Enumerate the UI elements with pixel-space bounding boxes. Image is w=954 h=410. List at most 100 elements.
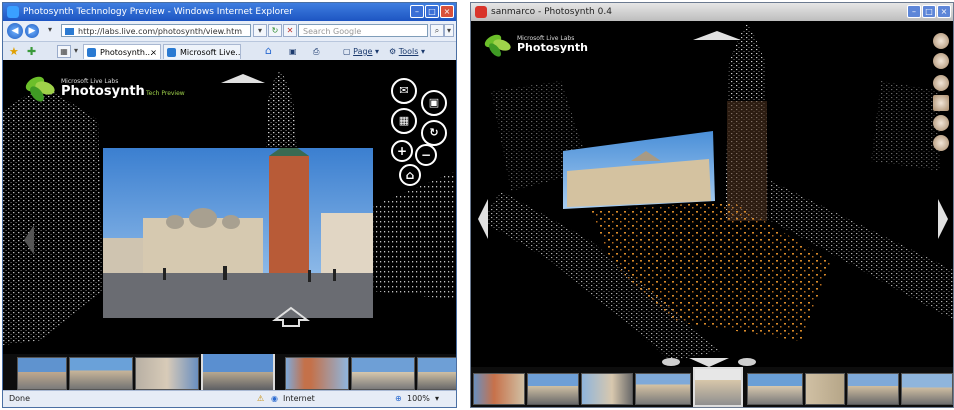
navigate-left-icon[interactable] bbox=[23, 225, 35, 255]
back-button[interactable]: ◀ bbox=[7, 23, 23, 39]
app-titlebar: sanmarco - Photosynth 0.4 – □ × bbox=[471, 3, 953, 21]
photosynth-3d-viewer[interactable]: Microsoft Live Labs Photosynth bbox=[471, 21, 953, 367]
photosynth-app-window: sanmarco - Photosynth 0.4 – □ × Microsof… bbox=[470, 2, 954, 408]
zoom-in-icon[interactable]: + bbox=[391, 140, 413, 162]
zoom-out-icon[interactable]: − bbox=[415, 144, 437, 166]
tab-photosynth[interactable]: Photosynth... × bbox=[83, 44, 161, 59]
thumbnail-strip bbox=[3, 354, 456, 392]
favorites-star-icon[interactable]: ★ bbox=[9, 45, 19, 58]
search-input[interactable]: Search Google bbox=[298, 24, 428, 37]
photosynth-app-icon bbox=[475, 6, 487, 18]
thumbnail-strip bbox=[471, 367, 953, 407]
search-icon[interactable]: ⌕ bbox=[430, 24, 444, 37]
address-bar: ◀ ▶ ▾ http://labs.live.com/photosynth/vi… bbox=[3, 21, 456, 42]
thumbnail[interactable] bbox=[527, 373, 579, 405]
tab-favicon-icon bbox=[167, 48, 176, 57]
thumbnail[interactable] bbox=[847, 373, 899, 405]
status-bar: Done ⚠ ◉ Internet ⊕ 100% ▾ bbox=[3, 390, 456, 407]
app-window-title: sanmarco - Photosynth 0.4 bbox=[491, 7, 612, 17]
ie-icon bbox=[7, 6, 19, 18]
thumbnail[interactable] bbox=[635, 373, 691, 405]
thumbnail[interactable] bbox=[351, 357, 415, 390]
stop-icon[interactable]: ✕ bbox=[283, 24, 297, 37]
navigate-left-icon[interactable] bbox=[477, 199, 489, 239]
tab-favicon-icon bbox=[87, 48, 96, 57]
tab-list-dropdown-icon[interactable]: ▾ bbox=[71, 45, 81, 58]
thumbnail[interactable] bbox=[473, 373, 525, 405]
url-text: http://labs.live.com/photosynth/view.htm bbox=[78, 27, 243, 36]
thumbnail[interactable] bbox=[747, 373, 803, 405]
page-menu[interactable]: ▢ Page ▾ bbox=[343, 45, 379, 58]
url-field[interactable]: http://labs.live.com/photosynth/view.htm bbox=[61, 24, 251, 37]
globe-icon: ◉ bbox=[271, 394, 278, 403]
minimize-button[interactable]: – bbox=[410, 5, 424, 18]
tab-microsoft-live[interactable]: Microsoft Live... bbox=[163, 44, 241, 59]
quick-tabs-icon[interactable]: ▦ bbox=[57, 45, 71, 58]
logo-name-text: Photosynth bbox=[61, 84, 145, 99]
home-icon[interactable]: ⌂ bbox=[265, 44, 272, 57]
navigate-right-icon[interactable] bbox=[937, 199, 949, 239]
grid-view-icon[interactable] bbox=[933, 95, 949, 111]
zoom-in-icon[interactable] bbox=[933, 115, 949, 131]
zoom-out-icon[interactable] bbox=[933, 135, 949, 151]
thumbnail[interactable] bbox=[901, 373, 953, 405]
rotate-icon[interactable]: ↻ bbox=[421, 120, 447, 146]
zoom-icon[interactable]: ⊕ bbox=[395, 393, 402, 405]
security-icon: ⚠ bbox=[257, 394, 265, 403]
share-icon[interactable]: ✉ bbox=[391, 78, 417, 104]
close-button[interactable]: × bbox=[440, 5, 454, 18]
ie-window-title: Photosynth Technology Preview - Windows … bbox=[23, 7, 293, 17]
thumbnail[interactable] bbox=[417, 357, 456, 390]
navigate-up-icon[interactable] bbox=[693, 29, 741, 41]
tab-bar: ★ ✚ ▦ ▾ Photosynth... × Microsoft Live..… bbox=[3, 42, 456, 62]
grid-view-icon[interactable]: ▦ bbox=[391, 108, 417, 134]
refresh-icon[interactable]: ↻ bbox=[268, 24, 282, 37]
logo-sub-text: Tech Preview bbox=[146, 90, 185, 97]
add-favorite-icon[interactable]: ✚ bbox=[27, 45, 36, 58]
zone-text: Internet bbox=[283, 394, 315, 403]
photosynth-viewer[interactable]: Microsoft Live Labs Photosynth Tech Prev… bbox=[3, 60, 456, 354]
zoom-level[interactable]: 100% bbox=[407, 393, 430, 405]
forward-button[interactable]: ▶ bbox=[25, 24, 39, 38]
url-dropdown-icon[interactable]: ▾ bbox=[253, 24, 267, 37]
tools-menu[interactable]: ⚙ Tools ▾ bbox=[389, 45, 425, 58]
tools-menu-label: Tools bbox=[398, 47, 419, 56]
thumbnail[interactable] bbox=[135, 357, 199, 390]
page-menu-label: Page bbox=[353, 47, 373, 56]
close-button[interactable]: × bbox=[937, 5, 951, 18]
thumbnail[interactable] bbox=[17, 357, 67, 390]
thumbnail[interactable] bbox=[69, 357, 133, 390]
page-favicon-icon bbox=[65, 28, 74, 35]
search-dropdown-icon[interactable]: ▾ bbox=[444, 24, 454, 37]
tab-label: Microsoft Live... bbox=[180, 48, 241, 57]
thumbnail[interactable] bbox=[805, 373, 845, 405]
history-dropdown-icon[interactable]: ▾ bbox=[43, 24, 57, 37]
maximize-button[interactable]: □ bbox=[425, 5, 439, 18]
feeds-icon[interactable]: ▣ bbox=[289, 45, 297, 58]
maximize-button[interactable]: □ bbox=[922, 5, 936, 18]
thumbnail-selected[interactable] bbox=[693, 367, 743, 407]
rotate-icon[interactable] bbox=[933, 75, 949, 91]
leaf-logo-icon bbox=[25, 76, 55, 102]
thumbnail[interactable] bbox=[581, 373, 633, 405]
zoom-dropdown-icon[interactable]: ▾ bbox=[435, 393, 439, 405]
camera-icon[interactable] bbox=[933, 53, 949, 69]
thumbnail[interactable] bbox=[285, 357, 349, 390]
ie-titlebar: Photosynth Technology Preview - Windows … bbox=[3, 3, 456, 21]
navigate-up-icon[interactable] bbox=[221, 72, 265, 84]
point-cloud-canvas bbox=[481, 23, 953, 361]
camera-icon[interactable]: ▣ bbox=[421, 90, 447, 116]
leaf-logo-icon bbox=[484, 34, 511, 57]
ie-window: Photosynth Technology Preview - Windows … bbox=[2, 2, 457, 408]
tab-label: Photosynth... bbox=[100, 48, 153, 57]
print-icon[interactable]: ⎙ bbox=[313, 45, 319, 58]
home-view-icon[interactable]: ⌂ bbox=[399, 164, 421, 186]
selected-photo bbox=[103, 148, 373, 318]
thumbnail-selected[interactable] bbox=[201, 354, 275, 392]
bottom-navigation-icon[interactable] bbox=[659, 355, 759, 367]
tab-close-icon[interactable]: × bbox=[150, 45, 157, 59]
navigate-back-arrow-icon[interactable] bbox=[271, 306, 311, 328]
share-icon[interactable] bbox=[933, 33, 949, 49]
minimize-button[interactable]: – bbox=[907, 5, 921, 18]
logo-name-text: Photosynth bbox=[517, 41, 588, 54]
